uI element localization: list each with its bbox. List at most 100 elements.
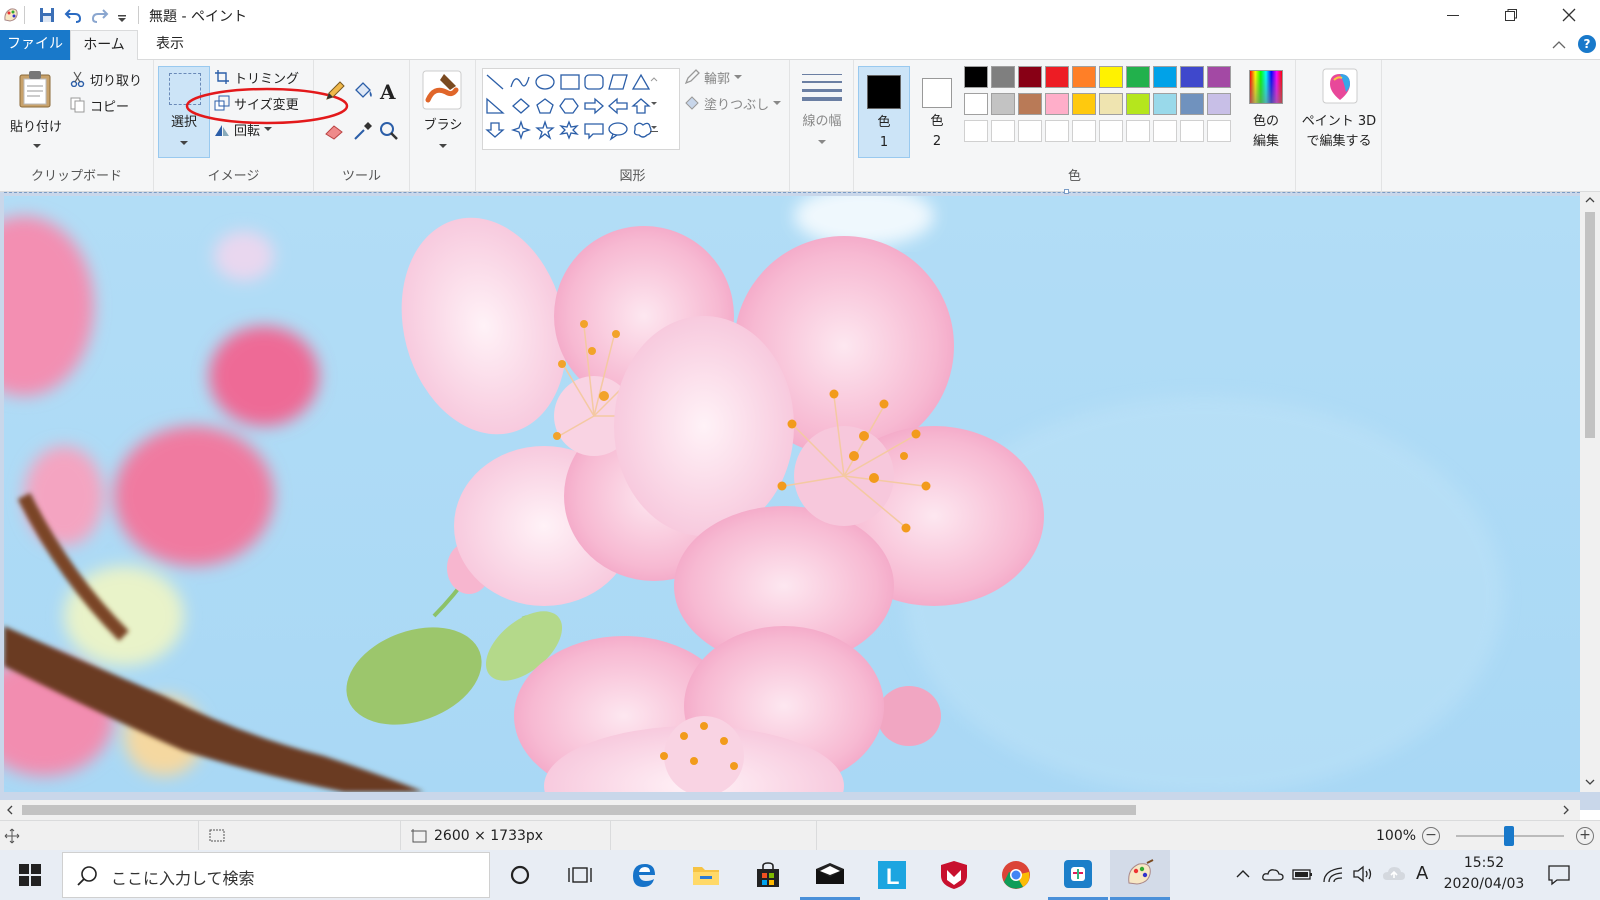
tab-file[interactable]: ファイル: [0, 30, 70, 60]
start-button[interactable]: [0, 850, 60, 900]
palette-swatch[interactable]: [1045, 120, 1069, 142]
palette-swatch[interactable]: [991, 120, 1015, 142]
tab-view[interactable]: 表示: [142, 30, 198, 60]
horizontal-scrollbar[interactable]: [0, 800, 1580, 820]
palette-swatch[interactable]: [1126, 120, 1150, 142]
canvas-resize-handle[interactable]: [1064, 189, 1069, 194]
cloud-upload-icon[interactable]: [1382, 864, 1406, 884]
palette-swatch[interactable]: [1126, 93, 1150, 115]
action-center-icon[interactable]: [1548, 864, 1570, 886]
restore-button[interactable]: [1482, 0, 1540, 30]
paste-button[interactable]: 貼り付け: [6, 66, 66, 156]
zoom-slider-thumb[interactable]: [1504, 826, 1514, 846]
save-icon[interactable]: [38, 6, 56, 24]
palette-swatch[interactable]: [1153, 66, 1177, 88]
collapse-ribbon-icon[interactable]: [1552, 39, 1566, 51]
brushes-button[interactable]: ブラシ: [414, 66, 472, 156]
clock-time[interactable]: 15:52: [1446, 855, 1522, 871]
help-icon[interactable]: ?: [1578, 35, 1596, 53]
cherry-blossom-image[interactable]: [4, 196, 1580, 792]
palette-swatch[interactable]: [964, 120, 988, 142]
palette-swatch[interactable]: [964, 66, 988, 88]
palette-swatch[interactable]: [1072, 120, 1096, 142]
onedrive-icon[interactable]: [1262, 866, 1284, 882]
palette-swatch[interactable]: [1126, 66, 1150, 88]
task-view-button[interactable]: [550, 850, 610, 900]
edit-colors-button[interactable]: 色の 編集: [1240, 66, 1292, 158]
horizontal-scroll-thumb[interactable]: [22, 805, 1136, 815]
scroll-down-icon[interactable]: [1585, 778, 1595, 786]
taskbar-edge[interactable]: [614, 850, 674, 900]
undo-icon[interactable]: [64, 6, 82, 24]
vertical-scrollbar[interactable]: [1580, 192, 1600, 792]
taskbar-search-box[interactable]: ここに入力して検索: [62, 852, 490, 898]
wifi-icon[interactable]: [1322, 864, 1344, 884]
close-button[interactable]: [1540, 0, 1598, 30]
palette-swatch[interactable]: [991, 93, 1015, 115]
eraser-icon[interactable]: [324, 120, 346, 142]
redo-icon[interactable]: [91, 6, 109, 24]
crop-button[interactable]: トリミング: [214, 66, 299, 88]
palette-swatch[interactable]: [1099, 93, 1123, 115]
slack-icon: [1064, 859, 1092, 888]
magnifier-icon[interactable]: [378, 120, 400, 142]
taskbar-mail[interactable]: [800, 850, 860, 900]
palette-swatch[interactable]: [1072, 93, 1096, 115]
copy-button[interactable]: コピー: [70, 94, 129, 116]
palette-swatch[interactable]: [1045, 93, 1069, 115]
taskbar-file-explorer[interactable]: [676, 850, 736, 900]
taskbar-mcafee[interactable]: [924, 850, 984, 900]
palette-swatch[interactable]: [991, 66, 1015, 88]
palette-swatch[interactable]: [1018, 93, 1042, 115]
vertical-scroll-thumb[interactable]: [1585, 212, 1595, 438]
color-picker-icon[interactable]: [352, 120, 374, 142]
tab-home[interactable]: ホーム: [70, 30, 138, 61]
zoom-in-button[interactable]: +: [1576, 827, 1594, 845]
fill-button[interactable]: 塗りつぶし: [684, 92, 782, 114]
color1-button[interactable]: 色 1: [858, 66, 910, 158]
pencil-icon[interactable]: [324, 80, 346, 102]
scroll-right-icon[interactable]: [1562, 805, 1570, 815]
ime-indicator[interactable]: A: [1416, 863, 1428, 884]
palette-swatch[interactable]: [1099, 66, 1123, 88]
palette-swatch[interactable]: [1045, 66, 1069, 88]
palette-swatch[interactable]: [1153, 120, 1177, 142]
taskbar-slack[interactable]: [1048, 850, 1108, 900]
minimize-button[interactable]: [1424, 0, 1482, 30]
palette-swatch[interactable]: [1018, 120, 1042, 142]
text-icon[interactable]: A: [378, 80, 400, 102]
palette-swatch[interactable]: [1180, 93, 1204, 115]
palette-swatch[interactable]: [1207, 93, 1231, 115]
battery-icon[interactable]: [1292, 866, 1314, 882]
customize-toolbar-icon[interactable]: [116, 6, 128, 24]
palette-swatch[interactable]: [1072, 66, 1096, 88]
speaker-icon[interactable]: [1352, 864, 1374, 884]
canvas-area[interactable]: [0, 189, 1600, 810]
cortana-button[interactable]: [490, 850, 550, 900]
palette-swatch[interactable]: [1099, 120, 1123, 142]
taskbar-chrome[interactable]: [986, 850, 1046, 900]
palette-swatch[interactable]: [1018, 66, 1042, 88]
edit-with-paint3d-button[interactable]: ペイント 3D で編集する: [1298, 66, 1380, 158]
clock-date[interactable]: 2020/04/03: [1440, 876, 1528, 892]
palette-swatch[interactable]: [1153, 93, 1177, 115]
shield-icon: [941, 861, 967, 889]
taskbar-paint[interactable]: [1110, 850, 1170, 900]
size-button[interactable]: 線の幅: [794, 66, 850, 156]
shapes-scroll-icon[interactable]: [650, 76, 658, 136]
palette-swatch[interactable]: [1207, 66, 1231, 88]
palette-swatch[interactable]: [964, 93, 988, 115]
palette-swatch[interactable]: [1207, 120, 1231, 142]
show-hidden-icons-icon[interactable]: [1236, 869, 1250, 879]
palette-swatch[interactable]: [1180, 120, 1204, 142]
cut-button[interactable]: 切り取り: [70, 68, 142, 90]
outline-button[interactable]: 輪郭: [684, 66, 743, 88]
scroll-up-icon[interactable]: [1585, 196, 1595, 204]
scroll-left-icon[interactable]: [6, 805, 14, 815]
color2-button[interactable]: 色 2: [912, 66, 962, 158]
taskbar-line[interactable]: L: [862, 850, 922, 900]
palette-swatch[interactable]: [1180, 66, 1204, 88]
zoom-out-button[interactable]: −: [1422, 827, 1440, 845]
fill-bucket-icon[interactable]: [352, 80, 374, 102]
taskbar-store[interactable]: [738, 850, 798, 900]
